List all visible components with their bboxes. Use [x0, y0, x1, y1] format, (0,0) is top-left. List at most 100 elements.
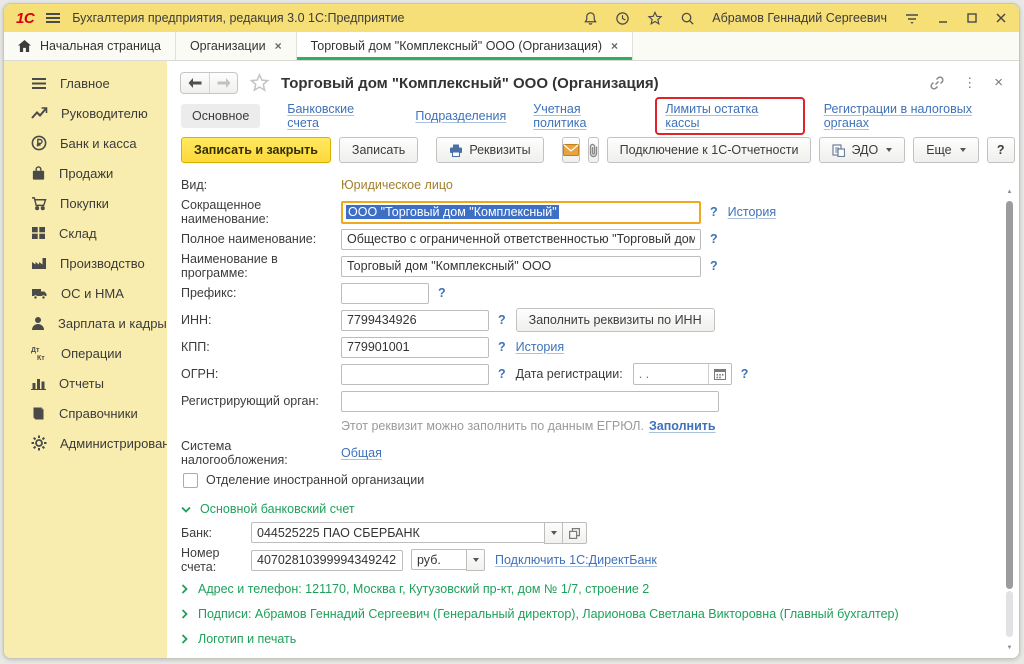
tab-close-icon[interactable]: × — [275, 39, 282, 53]
sidebar-item-warehouse[interactable]: Склад — [4, 218, 167, 248]
calendar-icon[interactable] — [708, 364, 731, 384]
kind-label: Вид: — [181, 178, 341, 192]
favorite-star-icon[interactable] — [249, 73, 270, 93]
chevron-down-icon — [886, 148, 892, 152]
help-mark[interactable]: ? — [498, 313, 506, 327]
help-mark[interactable]: ? — [498, 340, 506, 354]
forward-button[interactable] — [209, 73, 237, 93]
sidebar-item-bank-cash[interactable]: Банк и касса — [4, 128, 167, 158]
nav-main[interactable]: Основное — [181, 104, 260, 128]
bank-account-section-toggle[interactable]: Основной банковский счет — [181, 496, 1019, 522]
reg-organ-input[interactable] — [341, 391, 719, 412]
sidebar-item-directories[interactable]: Справочники — [4, 398, 167, 428]
help-mark[interactable]: ? — [498, 367, 506, 381]
current-user[interactable]: Абрамов Геннадий Сергеевич — [712, 11, 887, 25]
scroll-down-arrow[interactable]: ▼ — [1006, 645, 1013, 651]
help-button[interactable]: ? — [987, 137, 1015, 163]
sidebar-item-fixed-assets[interactable]: ОС и НМА — [4, 278, 167, 308]
reg-date-input[interactable] — [634, 365, 708, 383]
section-address-phone[interactable]: Адрес и телефон: 121170, Москва г, Кутуз… — [181, 576, 1019, 601]
account-input[interactable] — [251, 550, 403, 571]
nav-accounting-policy[interactable]: Учетная политика — [533, 102, 636, 130]
sidebar-item-main[interactable]: Главное — [4, 68, 167, 98]
section-label: Подписи: Абрамов Геннадий Сергеевич (Ген… — [198, 607, 899, 621]
sidebar-item-label: Главное — [60, 76, 110, 91]
sidebar-item-sales[interactable]: Продажи — [4, 158, 167, 188]
nav-cash-limits[interactable]: Лимиты остатка кассы — [665, 102, 758, 130]
bank-dropdown-button[interactable] — [544, 522, 563, 544]
sidebar-item-salary-hr[interactable]: Зарплата и кадры — [4, 308, 167, 338]
section-tax-inspection[interactable]: Налоговая инспекция: 7799 Межрегиональна… — [181, 651, 1019, 658]
attachments-button[interactable] — [588, 137, 599, 163]
program-name-input[interactable] — [341, 256, 701, 277]
kpp-history-link[interactable]: История — [516, 340, 564, 354]
connect-1c-reporting-button[interactable]: Подключение к 1С-Отчетности — [607, 137, 812, 163]
history-icon[interactable] — [615, 11, 630, 26]
scroll-up-arrow[interactable]: ▲ — [1006, 189, 1013, 195]
sidebar-item-manager[interactable]: Руководителю — [4, 98, 167, 128]
section-signatures[interactable]: Подписи: Абрамов Геннадий Сергеевич (Ген… — [181, 601, 1019, 626]
edo-button[interactable]: ЭДО — [819, 137, 905, 163]
close-window-icon[interactable] — [995, 12, 1007, 24]
back-button[interactable] — [181, 73, 209, 93]
sidebar-item-operations[interactable]: ДтКт Операции — [4, 338, 167, 368]
favorites-star-icon[interactable] — [647, 11, 663, 26]
ogrn-input[interactable] — [341, 364, 489, 385]
help-mark[interactable]: ? — [710, 232, 718, 246]
printer-icon — [449, 144, 463, 157]
sidebar-item-reports[interactable]: Отчеты — [4, 368, 167, 398]
more-actions-button[interactable]: Еще — [913, 137, 978, 163]
tax-system-link[interactable]: Общая — [341, 446, 382, 460]
close-form-icon[interactable]: × — [994, 74, 1003, 91]
reg-organ-label: Регистрирующий орган: — [181, 394, 341, 408]
nav-departments[interactable]: Подразделения — [415, 109, 506, 123]
tab-organizations[interactable]: Организации × — [176, 32, 297, 60]
send-email-button[interactable] — [562, 137, 580, 163]
bank-input[interactable] — [251, 522, 544, 543]
save-button[interactable]: Записать — [339, 137, 418, 163]
nav-bank-accounts[interactable]: Банковские счета — [287, 102, 388, 130]
inn-input[interactable] — [341, 310, 489, 331]
chevron-down-icon — [181, 506, 191, 513]
full-name-input[interactable] — [341, 229, 701, 250]
directbank-link[interactable]: Подключить 1С:ДиректБанк — [495, 553, 657, 567]
tab-close-icon[interactable]: × — [611, 39, 618, 53]
sidebar-item-label: Продажи — [59, 166, 113, 181]
tab-organization-card[interactable]: Торговый дом "Комплексный" ООО (Организа… — [297, 32, 633, 60]
fill-by-inn-button[interactable]: Заполнить реквизиты по ИНН — [516, 308, 715, 332]
search-icon[interactable] — [680, 11, 695, 26]
minimize-icon[interactable] — [937, 12, 949, 24]
currency-input[interactable] — [411, 549, 466, 570]
kpp-input[interactable] — [341, 337, 489, 358]
help-mark[interactable]: ? — [741, 367, 749, 381]
section-title: Основной банковский счет — [200, 502, 355, 516]
egrul-fill-link[interactable]: Заполнить — [649, 419, 716, 433]
sidebar-item-production[interactable]: Производство — [4, 248, 167, 278]
tab-home[interactable]: Начальная страница — [4, 32, 176, 60]
save-and-close-button[interactable]: Записать и закрыть — [181, 137, 331, 163]
help-mark[interactable]: ? — [710, 205, 718, 219]
service-settings-icon[interactable] — [904, 12, 920, 25]
main-menu-icon[interactable] — [45, 12, 61, 24]
section-logo-stamp[interactable]: Логотип и печать — [181, 626, 1019, 651]
nav-tax-registrations[interactable]: Регистрации в налоговых органах — [824, 102, 1019, 130]
help-mark[interactable]: ? — [710, 259, 718, 273]
bank-open-button[interactable] — [563, 522, 587, 544]
section-label: Адрес и телефон: 121170, Москва г, Кутуз… — [198, 582, 649, 596]
history-nav-buttons — [180, 72, 238, 94]
foreign-branch-checkbox[interactable] — [183, 473, 198, 488]
notifications-bell-icon[interactable] — [583, 11, 598, 26]
short-name-history-link[interactable]: История — [728, 205, 776, 219]
help-mark[interactable]: ? — [438, 286, 446, 300]
vertical-scrollbar[interactable]: ▲ ▼ — [1004, 189, 1015, 651]
more-menu-icon[interactable]: ⋮ — [963, 78, 976, 88]
requisites-button[interactable]: Реквизиты — [436, 137, 543, 163]
scrollbar-thumb[interactable] — [1006, 201, 1013, 589]
short-name-input[interactable]: ООО "Торговый дом "Комплексный" — [341, 201, 701, 224]
maximize-icon[interactable] — [966, 12, 978, 24]
sidebar-item-administration[interactable]: Администрирование — [4, 428, 167, 458]
prefix-input[interactable] — [341, 283, 429, 304]
currency-dropdown-button[interactable] — [466, 549, 485, 571]
sidebar-item-purchases[interactable]: Покупки — [4, 188, 167, 218]
get-link-icon[interactable] — [929, 75, 945, 91]
